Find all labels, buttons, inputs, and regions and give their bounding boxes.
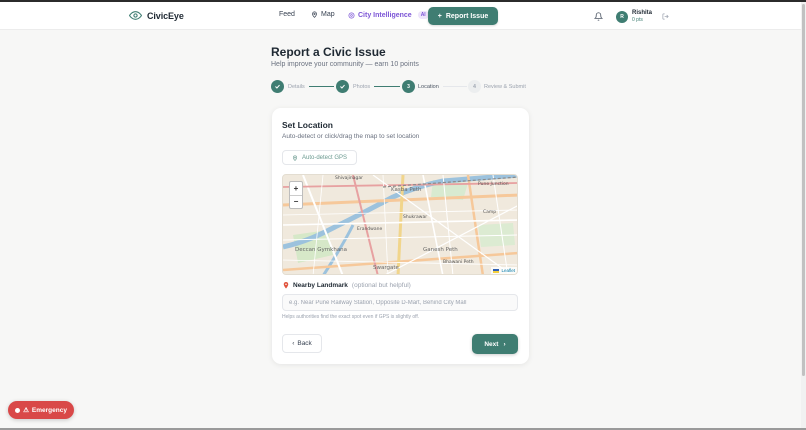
- nav-map-label: Map: [321, 11, 335, 18]
- brand[interactable]: CivicEye: [129, 9, 184, 22]
- location-subtitle: Auto-detect or click/drag the map to set…: [282, 133, 420, 140]
- landmark-help-text: Helps authorities find the exact spot ev…: [282, 314, 420, 320]
- red-pin-icon: [283, 282, 289, 289]
- back-label: Back: [297, 340, 312, 347]
- map-label: Pune Junction: [478, 182, 509, 187]
- landmark-label: Nearby Landmark: [293, 282, 348, 289]
- bell-icon[interactable]: [594, 12, 603, 21]
- map-label: Deccan Gymkhana: [295, 247, 348, 253]
- step-1-label: Details: [288, 84, 305, 90]
- step-connector: [374, 86, 400, 87]
- next-button[interactable]: Next ›: [472, 334, 518, 354]
- report-issue-label: Report Issue: [445, 12, 489, 20]
- step-1-done: [271, 80, 284, 93]
- page-title: Report a Civic Issue: [271, 45, 386, 59]
- map-label: Kasba Peth: [391, 187, 422, 193]
- map-pin-icon: [312, 11, 317, 18]
- step-3-label: Location: [418, 84, 439, 90]
- ukraine-flag-icon: [493, 268, 500, 273]
- warning-icon: ⚠: [23, 407, 29, 414]
- emergency-label: Emergency: [31, 406, 67, 414]
- plus-icon: +: [437, 12, 442, 20]
- auto-detect-gps-label: Auto-detect GPS: [301, 154, 348, 161]
- next-label: Next: [484, 340, 499, 348]
- step-2-done: [336, 80, 349, 93]
- nav-map-link[interactable]: Map: [311, 11, 335, 18]
- map-label: Shukrawar: [403, 215, 428, 220]
- check-icon: [275, 84, 280, 89]
- step-connector: [443, 86, 467, 87]
- map-label: Ganesh Peth: [423, 247, 458, 253]
- location-title: Set Location: [282, 120, 334, 130]
- user-points: 0 pts: [632, 17, 643, 23]
- logout-icon[interactable]: [662, 13, 669, 20]
- map-label: Camp: [483, 210, 497, 215]
- eye-icon: [129, 9, 142, 22]
- chevron-right-icon: ›: [503, 340, 506, 348]
- landmark-optional-hint: (optional but helpful): [351, 282, 411, 289]
- nav-feed-link[interactable]: Feed: [279, 11, 295, 18]
- landmark-input[interactable]: [282, 294, 518, 311]
- map-label: Erandwane: [357, 227, 383, 232]
- page-subtitle: Help improve your community — earn 10 po…: [271, 61, 419, 68]
- step-4-todo: 4: [468, 80, 481, 93]
- nav-city-intelligence-link[interactable]: City Intelligence AI: [348, 11, 429, 19]
- user-name: Rishita: [632, 10, 653, 16]
- back-button[interactable]: ‹ Back: [282, 334, 322, 353]
- map-label: Swargate: [373, 265, 399, 271]
- location-pin-icon: [292, 155, 298, 161]
- auto-detect-gps-button[interactable]: Auto-detect GPS: [282, 150, 357, 165]
- step-4-label: Review & Submit: [484, 84, 526, 90]
- zoom-out-button[interactable]: −: [290, 194, 302, 209]
- emergency-button[interactable]: ⚠ Emergency: [8, 401, 74, 419]
- avatar[interactable]: R: [616, 11, 628, 23]
- zoom-control: + −: [289, 181, 303, 209]
- nav-city-intelligence-label: City Intelligence: [358, 11, 412, 19]
- scrollbar-thumb[interactable]: [802, 4, 805, 376]
- status-dot-icon: [15, 407, 21, 413]
- step-3-active: 3: [402, 80, 415, 93]
- map-label: Bhawani Peth: [443, 260, 474, 265]
- location-map[interactable]: Shivajinagar Pune Junction Kasba Peth De…: [282, 174, 518, 275]
- report-issue-button[interactable]: + Report Issue: [428, 7, 498, 25]
- zoom-in-button[interactable]: +: [290, 182, 302, 195]
- brain-icon: [348, 12, 355, 18]
- check-icon: [340, 84, 345, 89]
- landmark-label-row: Nearby Landmark (optional but helpful): [283, 282, 411, 289]
- top-navbar: CivicEye Feed Map City Intelligence AI +…: [0, 2, 801, 30]
- step-connector: [309, 86, 334, 87]
- brand-name: CivicEye: [147, 10, 184, 21]
- map-label: Shivajinagar: [335, 176, 363, 181]
- attribution-link[interactable]: Leaflet: [501, 268, 515, 273]
- step-2-label: Photos: [353, 84, 371, 90]
- map-attribution[interactable]: Leaflet: [491, 267, 517, 274]
- chevron-left-icon: ‹: [292, 340, 295, 347]
